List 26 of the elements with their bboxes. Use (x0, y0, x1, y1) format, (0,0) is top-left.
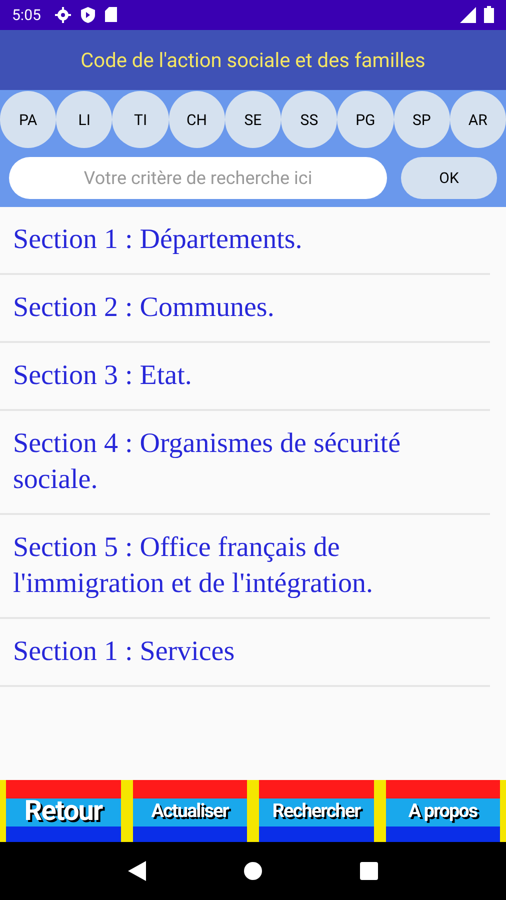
chapter-button[interactable]: SE (224, 91, 282, 148)
section-item[interactable]: Section 1 : Services (13, 634, 403, 670)
section-item[interactable]: Section 5 : Office français de l'immigration et de l'intégration. (13, 530, 403, 602)
chapter-button[interactable]: AR (450, 91, 506, 148)
chapter-button[interactable]: SS (281, 91, 338, 148)
section-item[interactable]: Section 2 : Communes. (13, 290, 403, 326)
home-icon[interactable] (242, 861, 263, 882)
chapter-button[interactable]: TI (112, 91, 169, 148)
signal-icon (460, 6, 476, 23)
section-item[interactable]: Section 3 : Etat. (13, 358, 403, 394)
sd-card-icon (104, 7, 117, 22)
battery-icon (484, 6, 494, 24)
chapter-button[interactable]: SP (394, 91, 450, 148)
search-field[interactable]: Votre critère de recherche ici (9, 157, 387, 200)
chapter-button[interactable]: PG (337, 91, 394, 148)
status-time: 5:05 (12, 4, 41, 26)
chapter-button[interactable]: PA (0, 91, 56, 148)
app-title: Code de l'action sociale et des familles (80, 46, 426, 74)
back-icon[interactable] (128, 861, 146, 882)
chapter-button[interactable]: LI (56, 91, 112, 148)
ok-button[interactable]: OK (401, 157, 497, 200)
shield-icon (80, 6, 95, 23)
section-item[interactable]: Section 1 : Départements. (13, 222, 403, 258)
recents-icon[interactable] (360, 862, 378, 880)
section-item[interactable]: Section 4 : Organismes de sécurité sociale. (13, 426, 403, 498)
chapter-button[interactable]: CH (168, 91, 225, 148)
